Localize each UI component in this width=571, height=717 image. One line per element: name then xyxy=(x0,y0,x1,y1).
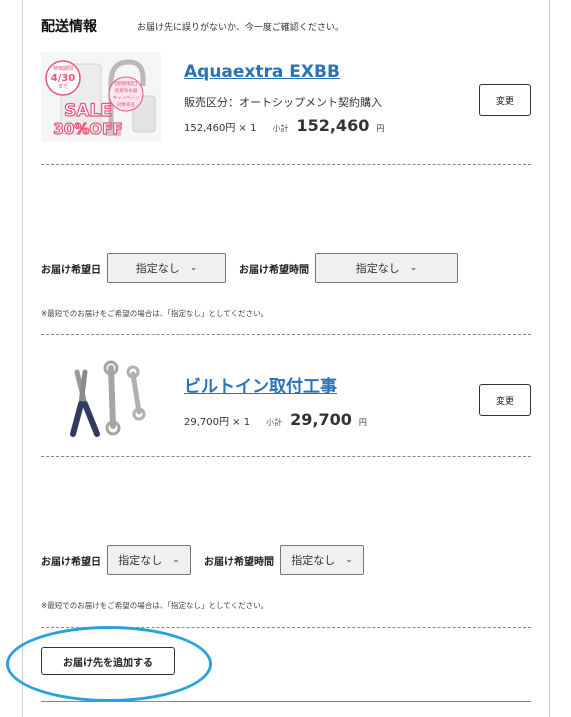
chevron-down-icon: ⌄ xyxy=(172,555,180,565)
section-title: 配送情報 xyxy=(41,19,97,35)
frame-left-border xyxy=(22,0,23,717)
frame-right-border xyxy=(549,0,550,717)
subtotal-value: 29,700 xyxy=(290,410,352,429)
delivery-options-row: お届け希望日 指定なし ⌄ お届け希望時間 指定なし ⌄ xyxy=(41,253,458,283)
highlight-ellipse xyxy=(6,626,212,702)
badge-bottom-text: まで xyxy=(58,84,68,90)
delivery-options-row: お届け希望日 指定なし ⌄ お届け希望時間 指定なし ⌄ xyxy=(41,545,364,575)
subtotal-label: 小計 xyxy=(272,124,289,133)
promo-text-4: 対象商品 xyxy=(117,101,135,108)
delivery-time-value: 指定なし xyxy=(355,262,400,275)
chevron-down-icon: ⌄ xyxy=(345,555,353,565)
cart-item-installation: ビルトイン取付工事 29,700円 × 1 小計 29,700 円 変更 xyxy=(41,354,531,444)
section-note: お届け先に誤りがないか、今一度ご確認ください。 xyxy=(137,23,344,33)
promo-text-2: 新規浄水器 xyxy=(115,87,138,94)
delivery-date-label: お届け希望日 xyxy=(41,264,101,276)
change-button[interactable]: 変更 xyxy=(479,384,531,416)
divider-dashed xyxy=(41,456,531,457)
sales-type-text: 販売区分：オートシップメント契約購入 xyxy=(184,96,382,109)
delivery-time-label: お届け希望時間 xyxy=(239,264,309,276)
unit-price: 152,460円 × 1 xyxy=(184,123,257,134)
price-row: 152,460円 × 1 小計 152,460 円 xyxy=(184,116,384,135)
subtotal-value: 152,460 xyxy=(296,116,370,135)
delivery-time-select[interactable]: 指定なし ⌄ xyxy=(315,253,458,283)
delivery-date-label: お届け希望日 xyxy=(41,556,101,568)
promo-text-3: キャンペーン xyxy=(113,95,140,101)
sale-text: SALE xyxy=(64,101,112,121)
delivery-time-label: お届け希望時間 xyxy=(204,556,274,568)
badge-top-text: 特価期間 xyxy=(53,65,73,72)
product-image-aquaextra: 特価期間 4/30 まで 【期間限定】 新規浄水器 キャンペーン 対象商品 SA… xyxy=(41,52,161,142)
subtotal-label: 小計 xyxy=(266,418,283,427)
price-row: 29,700円 × 1 小計 29,700 円 xyxy=(184,410,367,429)
divider-solid xyxy=(41,701,531,702)
delivery-time-select[interactable]: 指定なし ⌄ xyxy=(280,545,364,575)
product-name-link[interactable]: Aquaextra EXBB xyxy=(184,62,340,82)
chevron-down-icon: ⌄ xyxy=(189,263,198,273)
delivery-date-select[interactable]: 指定なし ⌄ xyxy=(107,545,191,575)
unit-price: 29,700円 × 1 xyxy=(184,417,251,428)
yen-unit: 円 xyxy=(376,124,385,133)
divider-dashed xyxy=(41,164,531,165)
yen-unit: 円 xyxy=(358,418,367,427)
delivery-note: ※最短でのお届けをご希望の場合は、「指定なし」としてください。 xyxy=(41,309,269,318)
product-name-link[interactable]: ビルトイン取付工事 xyxy=(184,372,337,397)
badge-date-text: 4/30 xyxy=(51,73,76,84)
divider-dashed xyxy=(41,334,531,335)
delivery-date-select[interactable]: 指定なし ⌄ xyxy=(107,253,226,283)
change-button[interactable]: 変更 xyxy=(479,84,531,116)
delivery-time-value: 指定なし xyxy=(291,554,336,567)
cart-item-aquaextra: 特価期間 4/30 まで 【期間限定】 新規浄水器 キャンペーン 対象商品 SA… xyxy=(41,52,531,152)
delivery-date-value: 指定なし xyxy=(135,262,180,275)
chevron-down-icon: ⌄ xyxy=(409,263,418,273)
product-image-tools xyxy=(41,354,161,444)
delivery-note: ※最短でのお届けをご希望の場合は、「指定なし」としてください。 xyxy=(41,601,269,610)
delivery-date-value: 指定なし xyxy=(118,554,163,567)
sale-percent-text: 30%OFF xyxy=(53,120,122,138)
promo-text-1: 【期間限定】 xyxy=(113,80,140,87)
